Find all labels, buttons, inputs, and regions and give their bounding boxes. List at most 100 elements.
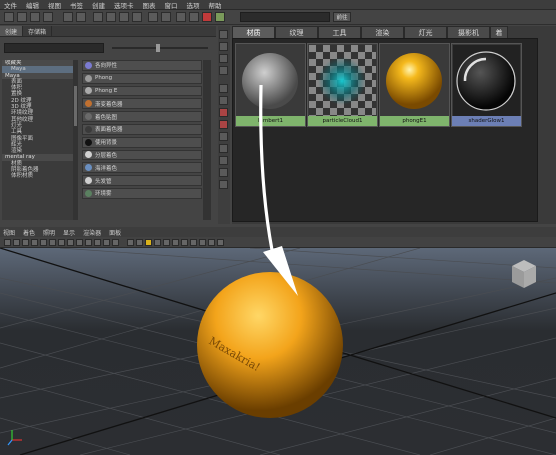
viewport-tool-icon[interactable]: [145, 239, 152, 246]
tool-icon[interactable]: [219, 132, 228, 141]
tab-materials[interactable]: 材质: [232, 26, 275, 38]
node-filter-input[interactable]: [4, 43, 104, 53]
viewport-tool-icon[interactable]: [208, 239, 215, 246]
viewport-tool-icon[interactable]: [94, 239, 101, 246]
vp-menu-shading[interactable]: 着色: [23, 228, 35, 237]
node-button[interactable]: 着色贴图: [82, 111, 202, 122]
tool-icon[interactable]: [219, 156, 228, 165]
vp-menu-show[interactable]: 显示: [63, 228, 75, 237]
vp-menu-lighting[interactable]: 照明: [43, 228, 55, 237]
tab-shading-groups[interactable]: 着: [490, 26, 508, 38]
layout-top-icon[interactable]: [17, 12, 27, 22]
clear-icon[interactable]: [119, 12, 129, 22]
node-list-scrollbar[interactable]: [203, 60, 211, 220]
tree-scrollbar[interactable]: [73, 60, 78, 220]
tool-icon[interactable]: [219, 84, 228, 93]
list-icon[interactable]: [76, 12, 86, 22]
viewport-tool-icon[interactable]: [13, 239, 20, 246]
viewport-tool-icon[interactable]: [58, 239, 65, 246]
graph-icon[interactable]: [176, 12, 186, 22]
brush-icon[interactable]: [93, 12, 103, 22]
node-button[interactable]: 头发管: [82, 175, 202, 186]
swatch-shaderglow1[interactable]: shaderGlow1: [451, 43, 522, 127]
menu-bookmarks[interactable]: 书签: [70, 0, 83, 10]
node-button[interactable]: 渐变着色器: [82, 98, 202, 110]
search-field[interactable]: [240, 12, 330, 22]
tab-create[interactable]: 创建: [0, 26, 24, 36]
viewport-tool-icon[interactable]: [181, 239, 188, 246]
tool-icon[interactable]: [219, 180, 228, 189]
swatch-icon[interactable]: [189, 12, 199, 22]
node-button[interactable]: Phong: [82, 72, 202, 84]
viewport-tool-icon[interactable]: [31, 239, 38, 246]
tree-item[interactable]: 体积材质: [2, 173, 78, 179]
tree-scrollbar-thumb[interactable]: [74, 86, 77, 126]
viewport-tool-icon[interactable]: [172, 239, 179, 246]
input-connections-icon[interactable]: [148, 12, 158, 22]
swatch-scrollbar[interactable]: [540, 38, 554, 222]
render-icon[interactable]: [215, 12, 225, 22]
viewport-tool-icon[interactable]: [127, 239, 134, 246]
layout-bottom-icon[interactable]: [30, 12, 40, 22]
viewport-tool-icon[interactable]: [154, 239, 161, 246]
tab-rendering[interactable]: 渲染: [361, 26, 404, 38]
menu-graph[interactable]: 图表: [143, 0, 156, 10]
layout-split-icon[interactable]: [43, 12, 53, 22]
swatch-size-slider[interactable]: [112, 47, 208, 49]
record-icon[interactable]: [202, 12, 212, 22]
node-button[interactable]: 环境雾: [82, 187, 202, 199]
view-cube-icon[interactable]: [512, 260, 536, 288]
tool-icon[interactable]: [219, 108, 228, 117]
swatch-phonge1[interactable]: phongE1: [379, 43, 450, 127]
edit-icon[interactable]: [106, 12, 116, 22]
menu-options[interactable]: 选项: [187, 0, 200, 10]
menu-edit[interactable]: 编辑: [26, 0, 39, 10]
layout-icon[interactable]: [4, 12, 14, 22]
viewport-tool-icon[interactable]: [22, 239, 29, 246]
viewport-tool-icon[interactable]: [199, 239, 206, 246]
tool-icon[interactable]: [219, 120, 228, 129]
tab-bins[interactable]: 存储箱: [23, 26, 53, 36]
viewport-tool-icon[interactable]: [103, 239, 110, 246]
swatch-lambert1[interactable]: lambert1: [235, 43, 306, 127]
tool-icon[interactable]: [219, 66, 228, 75]
menu-tabs[interactable]: 选项卡: [114, 0, 134, 10]
viewport-tool-icon[interactable]: [136, 239, 143, 246]
viewport-tool-icon[interactable]: [163, 239, 170, 246]
menu-create[interactable]: 创建: [92, 0, 105, 10]
menu-view[interactable]: 视图: [48, 0, 61, 10]
tool-icon[interactable]: [219, 144, 228, 153]
node-button[interactable]: Phong E: [82, 85, 202, 97]
tool-icon[interactable]: [219, 42, 228, 51]
vp-menu-view[interactable]: 视图: [3, 228, 15, 237]
node-button[interactable]: 表面着色器: [82, 123, 202, 135]
swatch-particlecloud1[interactable]: particleCloud1: [307, 43, 378, 127]
tool-icon[interactable]: [219, 96, 228, 105]
viewport-tool-icon[interactable]: [190, 239, 197, 246]
viewport-tool-icon[interactable]: [85, 239, 92, 246]
menu-window[interactable]: 窗口: [165, 0, 178, 10]
viewport-tool-icon[interactable]: [4, 239, 11, 246]
tool-icon[interactable]: [219, 168, 228, 177]
menu-file[interactable]: 文件: [4, 0, 17, 10]
viewport-tool-icon[interactable]: [76, 239, 83, 246]
node-button[interactable]: 分层着色: [82, 149, 202, 161]
viewport-tool-icon[interactable]: [67, 239, 74, 246]
tool-icon[interactable]: [219, 30, 228, 39]
tab-lights[interactable]: 灯光: [404, 26, 447, 38]
node-button[interactable]: 海洋着色: [82, 162, 202, 174]
menu-help[interactable]: 帮助: [209, 0, 222, 10]
go-button[interactable]: 前往: [333, 12, 351, 22]
output-connections-icon[interactable]: [161, 12, 171, 22]
tab-utilities[interactable]: 工具: [318, 26, 361, 38]
viewport-tool-icon[interactable]: [217, 239, 224, 246]
node-button[interactable]: 各向异性: [82, 60, 202, 71]
tab-cameras[interactable]: 摄影机: [447, 26, 490, 38]
grid-icon[interactable]: [63, 12, 73, 22]
tool-icon[interactable]: [219, 54, 228, 63]
3d-viewport[interactable]: Maxakria!: [0, 248, 556, 455]
node-button[interactable]: 使用背景: [82, 136, 202, 148]
viewport-tool-icon[interactable]: [40, 239, 47, 246]
viewport-tool-icon[interactable]: [112, 239, 119, 246]
vp-menu-panels[interactable]: 面板: [109, 228, 121, 237]
